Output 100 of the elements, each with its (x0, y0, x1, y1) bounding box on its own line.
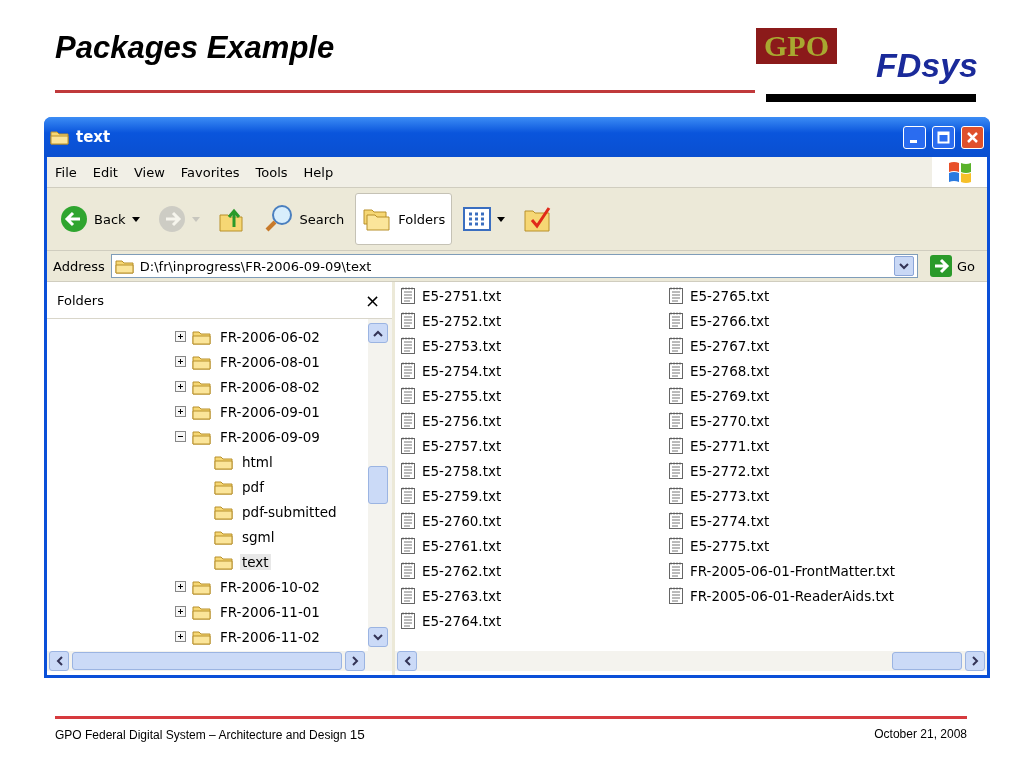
close-pane-button[interactable]: × (364, 289, 380, 311)
scroll-down-button[interactable] (368, 627, 388, 647)
folder-icon (192, 378, 212, 395)
listed-document-name[interactable]: FR-2005-06-01-ReaderAids.txt (690, 587, 895, 604)
listed-document-name[interactable]: E5-2769.txt (690, 387, 770, 404)
text-file-icon (401, 612, 415, 629)
logo-wordmark: FDsys (875, 46, 978, 85)
text-file-icon (669, 462, 683, 479)
scroll-up-button[interactable] (368, 323, 388, 343)
menu-item[interactable]: Tools (247, 164, 296, 180)
address-field[interactable]: D:\fr\inprogress\FR-2006-09-09\text (110, 254, 918, 278)
footer-text: GPO Federal Digital System – Architecture and Design (55, 728, 347, 742)
folder-tree-item[interactable]: html (240, 453, 275, 470)
search-toolbar-button[interactable]: Search (256, 193, 352, 245)
text-file-icon (669, 287, 683, 304)
listed-document-name[interactable]: E5-2772.txt (690, 462, 770, 479)
minimize-button[interactable] (903, 125, 926, 149)
close-button[interactable] (961, 125, 984, 149)
expand-toggle[interactable] (175, 356, 186, 367)
text-file-icon (669, 537, 683, 554)
expand-toggle[interactable] (175, 331, 186, 342)
text-file-icon (669, 362, 683, 379)
listed-document-name[interactable]: E5-2770.txt (690, 412, 770, 429)
scroll-thumb[interactable] (892, 652, 962, 670)
listed-document-name[interactable]: E5-2756.txt (422, 412, 502, 429)
scroll-right-button[interactable] (965, 651, 985, 671)
folder-tree-item[interactable]: FR-2006-06-02 (218, 328, 322, 345)
folder-tree-item[interactable]: FR-2006-08-01 (218, 353, 322, 370)
window-title: text (76, 128, 112, 146)
listed-document-name[interactable]: E5-2771.txt (690, 437, 770, 454)
menu-item[interactable]: Help (295, 164, 342, 180)
listed-document-name[interactable]: E5-2764.txt (422, 612, 502, 629)
text-file-icon (401, 387, 415, 404)
listed-document-name[interactable]: E5-2773.txt (690, 487, 770, 504)
text-file-icon (401, 412, 415, 429)
folder-tree-item[interactable]: text (240, 553, 271, 570)
folder-tree-item[interactable]: FR-2006-09-09 (218, 428, 322, 445)
scroll-right-button[interactable] (345, 651, 365, 671)
expand-toggle[interactable] (175, 631, 186, 642)
text-file-icon (669, 387, 683, 404)
listed-document-name[interactable]: E5-2761.txt (422, 537, 502, 554)
folder-tree-item[interactable]: pdf (240, 478, 266, 495)
listed-document-name[interactable]: E5-2775.txt (690, 537, 770, 554)
scroll-left-button[interactable] (49, 651, 69, 671)
listed-document-name[interactable]: E5-2760.txt (422, 512, 502, 529)
collapse-toggle[interactable] (175, 431, 186, 442)
listed-document-name[interactable]: E5-2758.txt (422, 462, 502, 479)
menu-item[interactable]: File (47, 164, 85, 180)
folder-tree-item[interactable]: FR-2006-10-02 (218, 578, 322, 595)
listed-document-name[interactable]: FR-2005-06-01-FrontMatter.txt (690, 562, 895, 579)
expand-toggle[interactable] (175, 581, 186, 592)
back-toolbar-button[interactable]: Back (53, 193, 147, 245)
scroll-thumb[interactable] (368, 466, 388, 504)
listed-document-name[interactable]: E5-2767.txt (690, 337, 770, 354)
menu-item[interactable]: View (125, 164, 173, 180)
dropdown-button[interactable] (893, 256, 914, 276)
listed-document-name[interactable]: E5-2754.txt (422, 362, 502, 379)
menu-item[interactable]: Favorites (172, 164, 248, 180)
expand-toggle[interactable] (175, 381, 186, 392)
listed-document-name[interactable]: E5-2751.txt (422, 287, 502, 304)
text-file-icon (669, 587, 683, 604)
chevron-left-icon (403, 656, 411, 666)
folder-tree-item[interactable]: FR-2006-11-01 (218, 603, 322, 620)
menu-item[interactable]: Edit (84, 164, 126, 180)
maximize-button[interactable] (932, 125, 955, 149)
folder-icon (214, 528, 234, 545)
listed-document-name[interactable]: E5-2753.txt (422, 337, 502, 354)
folder-icon (214, 478, 234, 495)
text-file-icon (401, 437, 415, 454)
folder-icon (192, 328, 212, 345)
folder-icon (192, 628, 212, 645)
listed-document-name[interactable]: E5-2752.txt (422, 312, 502, 329)
listed-document-name[interactable]: E5-2766.txt (690, 312, 770, 329)
folder-icon (192, 603, 212, 620)
folders-icon (362, 206, 393, 232)
go-button[interactable]: Go (923, 254, 981, 278)
listed-document-name[interactable]: E5-2763.txt (422, 587, 502, 604)
listed-document-name[interactable]: E5-2768.txt (690, 362, 770, 379)
scroll-left-button[interactable] (397, 651, 417, 671)
listed-document-name[interactable]: E5-2774.txt (690, 512, 770, 529)
folder-tree-item[interactable]: sgml (240, 528, 277, 545)
folder-tree-item[interactable]: FR-2006-09-01 (218, 403, 322, 420)
chevron-up-icon (373, 329, 383, 337)
listed-document-name[interactable]: E5-2755.txt (422, 387, 502, 404)
listed-document-name[interactable]: E5-2759.txt (422, 487, 502, 504)
text-file-icon (401, 487, 415, 504)
listed-document-name[interactable]: E5-2765.txt (690, 287, 770, 304)
expand-toggle[interactable] (175, 606, 186, 617)
folder-tree-item[interactable]: FR-2006-08-02 (218, 378, 322, 395)
chevron-down-icon (898, 262, 909, 270)
scroll-thumb[interactable] (72, 652, 342, 670)
listed-document-name[interactable]: E5-2757.txt (422, 437, 502, 454)
folder-icon (214, 553, 234, 570)
folders-toolbar-button[interactable]: Folders (355, 193, 453, 245)
text-file-icon (401, 562, 415, 579)
listed-document-name[interactable]: E5-2762.txt (422, 562, 502, 579)
folder-tree-item[interactable]: pdf-submitted (240, 503, 339, 520)
text-file-icon (669, 512, 683, 529)
expand-toggle[interactable] (175, 406, 186, 417)
folder-tree-item[interactable]: FR-2006-11-02 (218, 628, 322, 645)
